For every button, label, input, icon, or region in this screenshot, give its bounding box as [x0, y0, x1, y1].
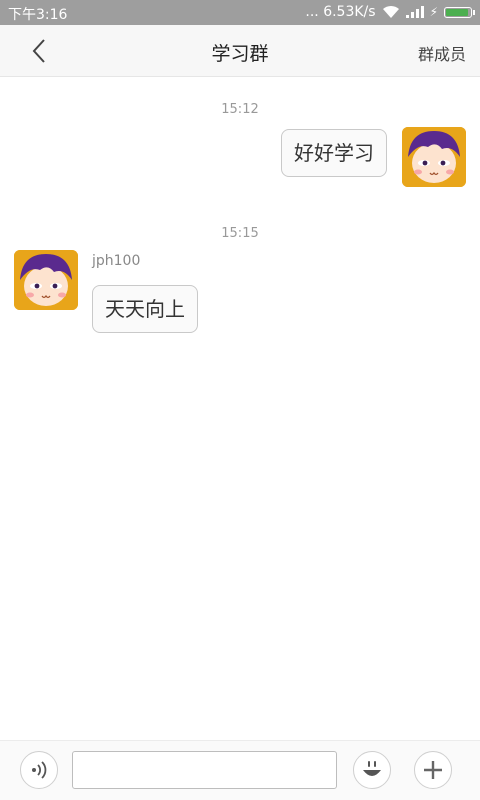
title-bar: 学习群 群成员 — [0, 25, 480, 77]
avatar[interactable] — [14, 250, 78, 310]
charging-icon: ⚡ — [429, 5, 438, 19]
add-button[interactable] — [414, 751, 452, 789]
voice-button[interactable] — [20, 751, 58, 789]
page-title: 学习群 — [211, 43, 269, 65]
cartoon-face-avatar-icon — [14, 250, 78, 310]
message-timestamp: 15:15 — [221, 226, 259, 241]
input-bar — [0, 740, 480, 800]
avatar[interactable] — [402, 127, 466, 187]
sender-name: jph100 — [92, 253, 141, 269]
status-time: 下午3:16 — [8, 7, 68, 23]
message-input[interactable] — [72, 751, 337, 789]
plus-icon — [424, 761, 442, 779]
battery-icon — [444, 6, 475, 18]
emoji-button[interactable] — [353, 751, 391, 789]
message-bubble[interactable]: 好好学习 — [281, 129, 387, 177]
signal-icon — [405, 6, 424, 18]
message-bubble[interactable]: 天天向上 — [92, 285, 198, 333]
cartoon-face-avatar-icon — [402, 127, 466, 187]
emoji-icon — [363, 761, 381, 776]
voice-icon — [32, 761, 47, 779]
status-bar: 下午3:16 ... 6.53K/s ⚡ — [0, 0, 480, 25]
group-members-button[interactable]: 群成员 — [418, 41, 466, 65]
network-speed: ... 6.53K/s — [305, 4, 376, 20]
message-timestamp: 15:12 — [221, 102, 259, 117]
wifi-icon — [382, 5, 399, 18]
